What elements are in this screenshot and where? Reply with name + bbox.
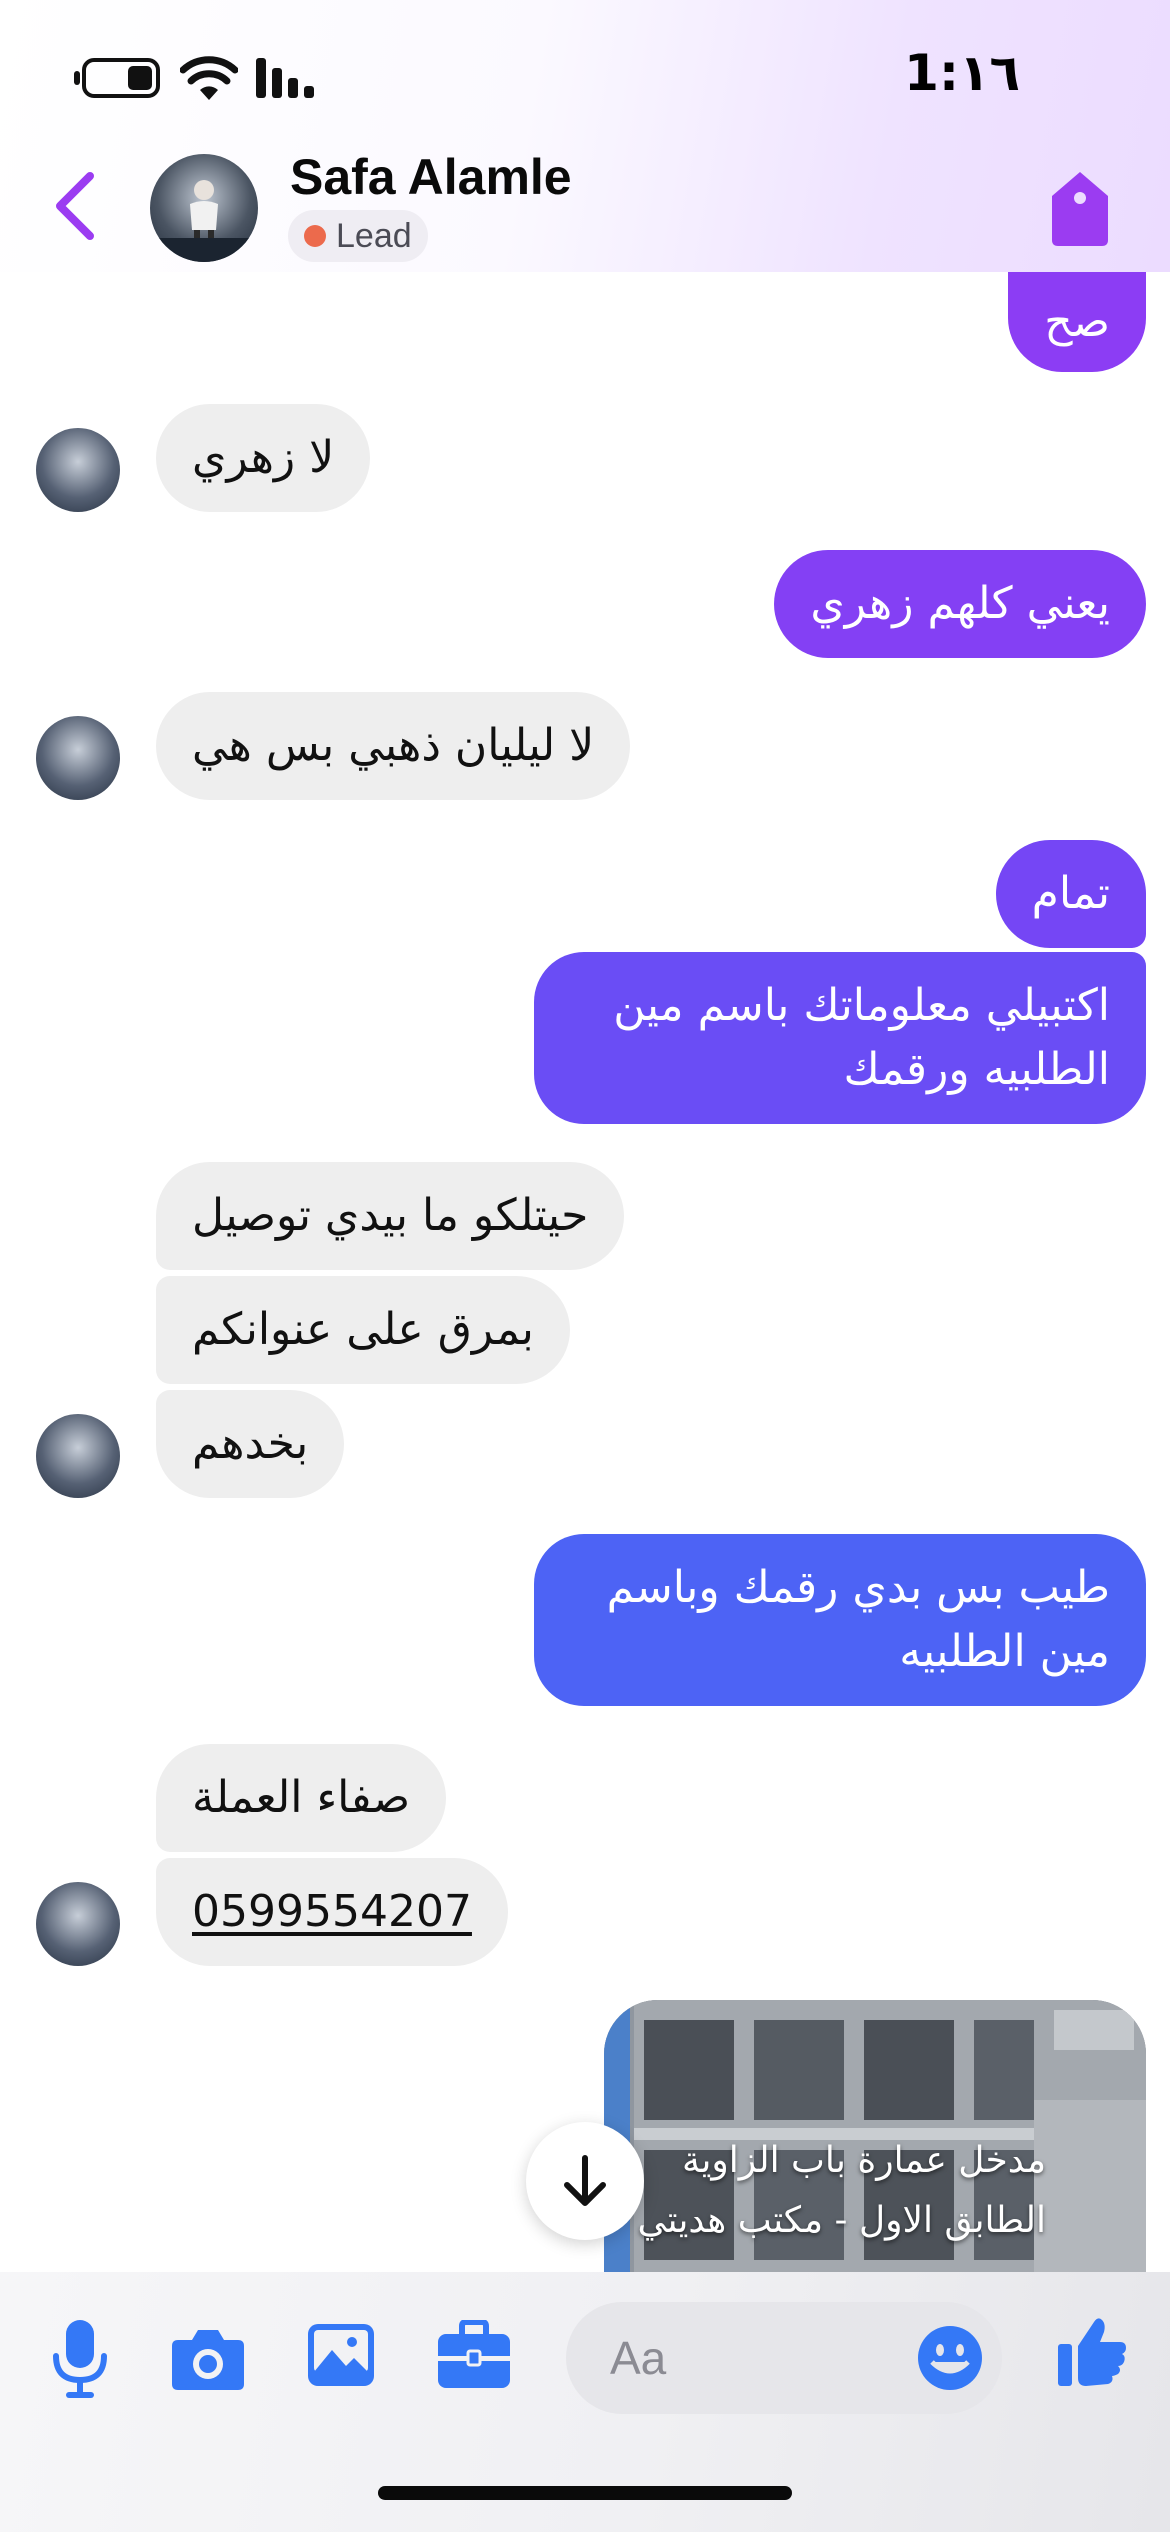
scroll-to-bottom-button[interactable]	[526, 2122, 644, 2240]
avatar-photo	[150, 180, 258, 262]
microphone-icon[interactable]	[50, 2318, 110, 2400]
message-outgoing[interactable]: صح	[1008, 266, 1146, 372]
message-incoming[interactable]: 0599554207	[156, 1858, 508, 1966]
tag-icon[interactable]	[1046, 170, 1114, 248]
message-outgoing[interactable]: طيب بس بدي رقمك وباسم مين الطلبيه	[534, 1534, 1146, 1706]
image-caption-line-2: الطابق الاول - مكتب هديتي	[637, 2200, 1047, 2241]
message-incoming[interactable]: بمرق على عنوانكم	[156, 1276, 570, 1384]
image-caption-line-1: مدخل عمارة باب الزاوية	[682, 2140, 1046, 2181]
thumbs-up-icon[interactable]	[1056, 2314, 1128, 2388]
phone-number-link[interactable]: 0599554207	[192, 1886, 472, 1937]
message-incoming[interactable]: بخدهم	[156, 1390, 345, 1498]
status-bar: 1:١٦	[0, 0, 1170, 150]
message-incoming[interactable]: صفاء العملة	[156, 1744, 447, 1852]
cellular-signal-icon	[256, 58, 314, 98]
status-time: 1:١٦	[904, 44, 1020, 102]
image-message[interactable]: مدخل عمارة باب الزاوية الطابق الاول - مك…	[604, 2000, 1146, 2280]
sender-avatar[interactable]	[36, 428, 120, 512]
gallery-icon[interactable]	[306, 2322, 376, 2388]
camera-icon[interactable]	[170, 2326, 246, 2392]
message-outgoing[interactable]: تمام	[995, 840, 1146, 948]
label-badge-text: Lead	[336, 217, 412, 255]
home-indicator[interactable]	[378, 2486, 792, 2500]
contact-name[interactable]: Safa Alamle	[290, 148, 572, 206]
chat-header: 1:١٦ Safa Alamle Lead	[0, 0, 1170, 272]
sender-avatar[interactable]	[36, 1414, 120, 1498]
sender-avatar[interactable]	[36, 1882, 120, 1966]
back-chevron-icon[interactable]	[50, 170, 100, 242]
sender-avatar[interactable]	[36, 716, 120, 800]
message-input-box[interactable]	[566, 2302, 1002, 2414]
wifi-icon	[180, 56, 238, 100]
emoji-icon[interactable]	[916, 2324, 984, 2392]
message-incoming[interactable]: لا زهري	[156, 404, 371, 512]
message-input[interactable]	[610, 2326, 890, 2390]
contact-avatar[interactable]	[150, 154, 258, 262]
label-badge[interactable]: Lead	[288, 210, 428, 262]
arrow-down-icon	[564, 2155, 606, 2206]
briefcase-icon[interactable]	[436, 2320, 512, 2390]
label-color-dot	[304, 225, 326, 247]
message-outgoing[interactable]: يعني كلهم زهري	[774, 550, 1146, 658]
message-incoming[interactable]: حيتلكو ما بيدي توصيل	[156, 1162, 625, 1270]
message-incoming[interactable]: لا ليليان ذهبي بس هي	[156, 692, 631, 800]
message-outgoing[interactable]: اكتبيلي معلوماتك باسم مين الطلبيه ورقمك	[534, 952, 1146, 1124]
battery-icon	[74, 58, 160, 98]
